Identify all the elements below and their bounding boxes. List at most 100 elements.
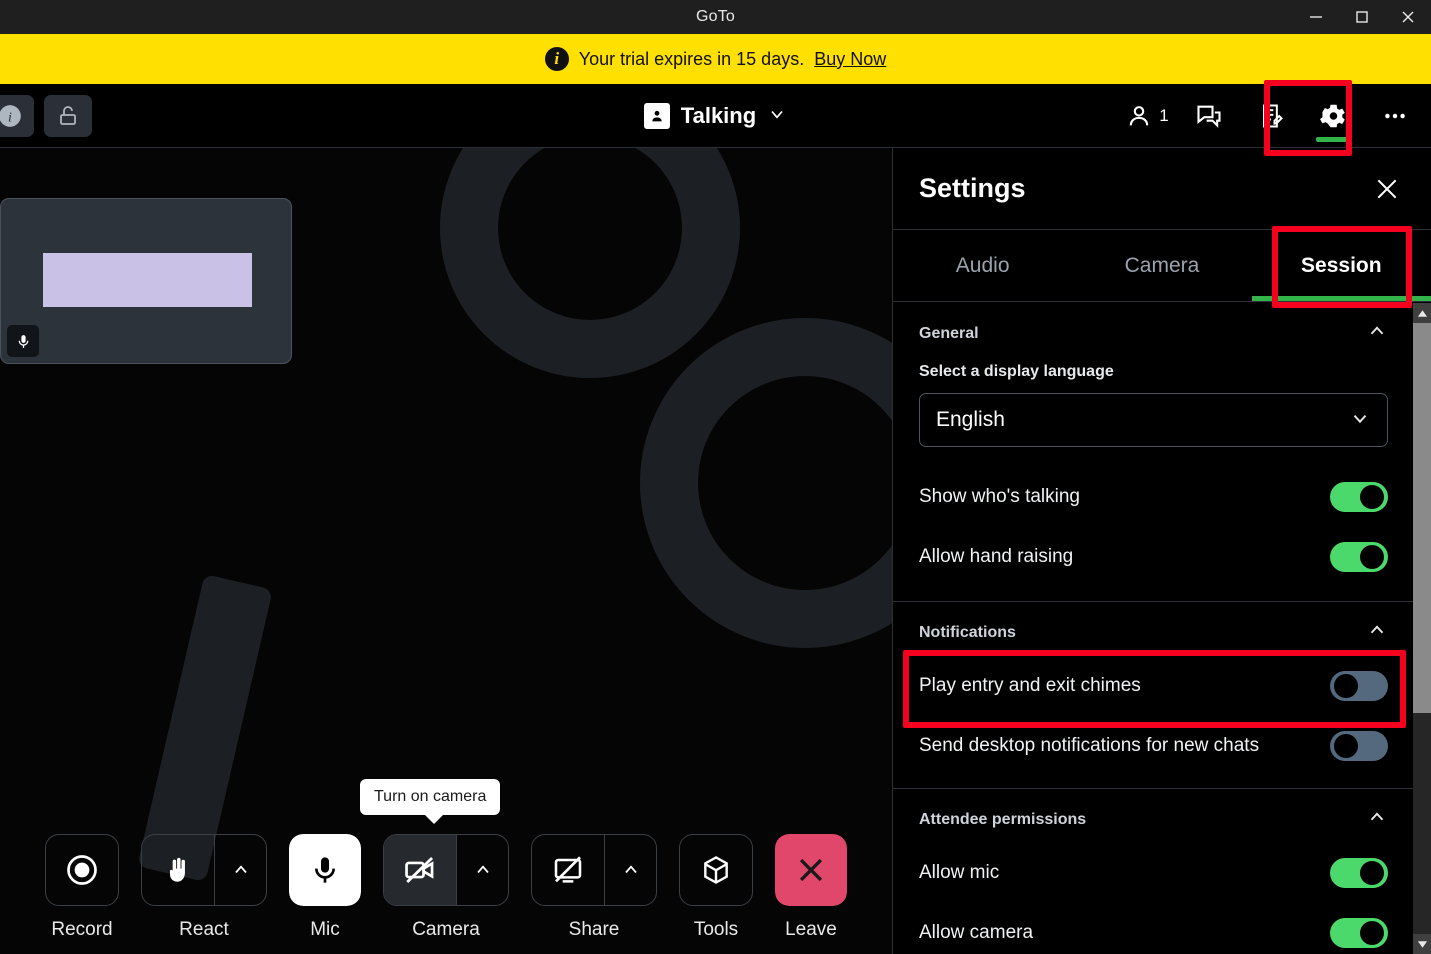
close-icon[interactable] bbox=[1369, 171, 1405, 207]
tab-camera[interactable]: Camera bbox=[1072, 230, 1251, 301]
section-general-header[interactable]: General bbox=[893, 303, 1414, 357]
info-chip[interactable]: i bbox=[0, 95, 34, 137]
svg-text:i: i bbox=[8, 109, 12, 125]
chevron-up-icon[interactable] bbox=[1366, 320, 1388, 347]
window-titlebar: GoTo bbox=[0, 0, 1431, 34]
section-general: General Select a display language Englis… bbox=[893, 303, 1414, 602]
settings-body: General Select a display language Englis… bbox=[893, 303, 1414, 954]
scrollbar-thumb[interactable] bbox=[1413, 323, 1431, 713]
camera-control[interactable]: Camera bbox=[383, 834, 509, 941]
minimize-button[interactable] bbox=[1293, 0, 1339, 34]
settings-button[interactable] bbox=[1305, 84, 1361, 148]
settings-header: Settings bbox=[893, 148, 1431, 230]
display-language-label: Select a display language bbox=[919, 363, 1114, 380]
info-icon: i bbox=[544, 47, 569, 71]
row-label: Play entry and exit chimes bbox=[919, 675, 1141, 696]
row-allow-mic[interactable]: Allow mic bbox=[893, 843, 1414, 903]
talking-indicator[interactable]: Talking bbox=[643, 103, 787, 129]
participants-button[interactable]: 1 bbox=[1119, 84, 1175, 148]
scroll-up-icon[interactable] bbox=[1413, 303, 1431, 323]
section-notifications-header[interactable]: Notifications bbox=[893, 602, 1414, 656]
participant-name-redacted bbox=[43, 253, 252, 307]
react-control[interactable]: React bbox=[141, 834, 267, 941]
trial-banner: i Your trial expires in 15 days. Buy Now bbox=[0, 34, 1431, 84]
mic-label: Mic bbox=[310, 919, 340, 940]
toggle-show-whos-talking[interactable] bbox=[1330, 482, 1388, 512]
section-notifications-title: Notifications bbox=[919, 623, 1016, 641]
participant-count: 1 bbox=[1159, 106, 1169, 125]
close-button[interactable] bbox=[1385, 0, 1431, 34]
section-general-title: General bbox=[919, 324, 979, 342]
microphone-icon bbox=[7, 325, 39, 357]
tab-session[interactable]: Session bbox=[1251, 230, 1431, 301]
chevron-down-icon[interactable] bbox=[767, 104, 787, 129]
scrollbar-track[interactable] bbox=[1413, 323, 1431, 934]
maximize-button[interactable] bbox=[1339, 0, 1385, 34]
row-label: Allow hand raising bbox=[919, 546, 1074, 567]
row-desktop-notifications[interactable]: Send desktop notifications for new chats bbox=[893, 716, 1414, 776]
buy-now-link[interactable]: Buy Now bbox=[814, 49, 886, 70]
unlock-chip[interactable] bbox=[44, 95, 92, 137]
chat-button[interactable] bbox=[1181, 84, 1237, 148]
chevron-down-icon[interactable] bbox=[1349, 407, 1371, 434]
trial-banner-text: Your trial expires in 15 days. bbox=[578, 48, 805, 69]
row-label: Send desktop notifications for new chats bbox=[919, 735, 1260, 756]
meeting-control-bar: Record React Mic Camera Share Tools Leav… bbox=[0, 828, 892, 954]
toggle-allow-hand-raising[interactable] bbox=[1330, 542, 1388, 572]
camera-caret-button[interactable] bbox=[456, 835, 508, 905]
talking-label: Talking bbox=[680, 103, 757, 128]
toolbar-right-actions: 1 bbox=[1119, 84, 1423, 148]
toggle-allow-camera[interactable] bbox=[1330, 918, 1388, 948]
notes-button[interactable] bbox=[1243, 84, 1299, 148]
toggle-allow-mic[interactable] bbox=[1330, 858, 1388, 888]
display-language-select[interactable]: English bbox=[919, 393, 1388, 447]
background-decoration-ring-1 bbox=[440, 148, 740, 378]
camera-label: Camera bbox=[412, 919, 480, 940]
section-notifications: Notifications Play entry and exit chimes… bbox=[893, 602, 1414, 789]
tools-label: Tools bbox=[693, 919, 739, 940]
display-language-field: Select a display language English bbox=[893, 357, 1414, 467]
microphone-icon[interactable] bbox=[289, 834, 361, 906]
react-caret-button[interactable] bbox=[214, 835, 266, 905]
share-label: Share bbox=[568, 919, 620, 940]
chevron-up-icon[interactable] bbox=[1366, 806, 1388, 833]
row-allow-camera[interactable]: Allow camera bbox=[893, 903, 1414, 954]
record-control[interactable]: Record bbox=[45, 834, 119, 941]
row-label: Allow camera bbox=[919, 922, 1034, 943]
toolbar-left-chips: i bbox=[0, 95, 92, 137]
tab-audio[interactable]: Audio bbox=[893, 230, 1072, 301]
record-button[interactable] bbox=[46, 835, 118, 905]
row-allow-hand-raising[interactable]: Allow hand raising bbox=[893, 527, 1414, 587]
settings-scrollbar[interactable] bbox=[1413, 303, 1431, 954]
share-caret-button[interactable] bbox=[604, 835, 656, 905]
background-decoration-ring-2 bbox=[640, 318, 892, 648]
camera-off-icon[interactable] bbox=[384, 835, 456, 905]
page-title: Settings bbox=[919, 173, 1026, 203]
mic-control[interactable]: Mic bbox=[289, 834, 361, 941]
leave-control[interactable]: Leave bbox=[775, 834, 847, 941]
raise-hand-icon[interactable] bbox=[142, 835, 214, 905]
self-video-tile[interactable] bbox=[0, 198, 292, 364]
row-show-whos-talking[interactable]: Show who's talking bbox=[893, 467, 1414, 527]
share-control[interactable]: Share bbox=[531, 834, 657, 941]
react-label: React bbox=[179, 919, 229, 940]
tools-control[interactable]: Tools bbox=[679, 834, 753, 941]
toggle-desktop-notifications[interactable] bbox=[1330, 731, 1388, 761]
meeting-toolbar: i Talking 1 bbox=[0, 84, 1431, 148]
settings-tabs: Audio Camera Session bbox=[893, 230, 1431, 302]
display-language-value: English bbox=[936, 408, 1005, 431]
row-play-entry-exit-chimes[interactable]: Play entry and exit chimes bbox=[893, 656, 1414, 716]
scroll-down-icon[interactable] bbox=[1413, 934, 1431, 954]
leave-label: Leave bbox=[785, 919, 837, 940]
chevron-up-icon[interactable] bbox=[1366, 619, 1388, 646]
toggle-play-entry-exit-chimes[interactable] bbox=[1330, 671, 1388, 701]
row-label: Allow mic bbox=[919, 862, 1000, 883]
cube-icon[interactable] bbox=[680, 835, 752, 905]
close-x-icon[interactable] bbox=[775, 834, 847, 906]
more-button[interactable] bbox=[1367, 84, 1423, 148]
screen-share-off-icon[interactable] bbox=[532, 835, 604, 905]
person-badge-icon bbox=[643, 103, 670, 129]
section-attendee-permissions: Attendee permissions Allow mic Allow cam… bbox=[893, 789, 1414, 954]
camera-tooltip: Turn on camera bbox=[360, 779, 501, 824]
section-attendee-permissions-header[interactable]: Attendee permissions bbox=[893, 789, 1414, 843]
